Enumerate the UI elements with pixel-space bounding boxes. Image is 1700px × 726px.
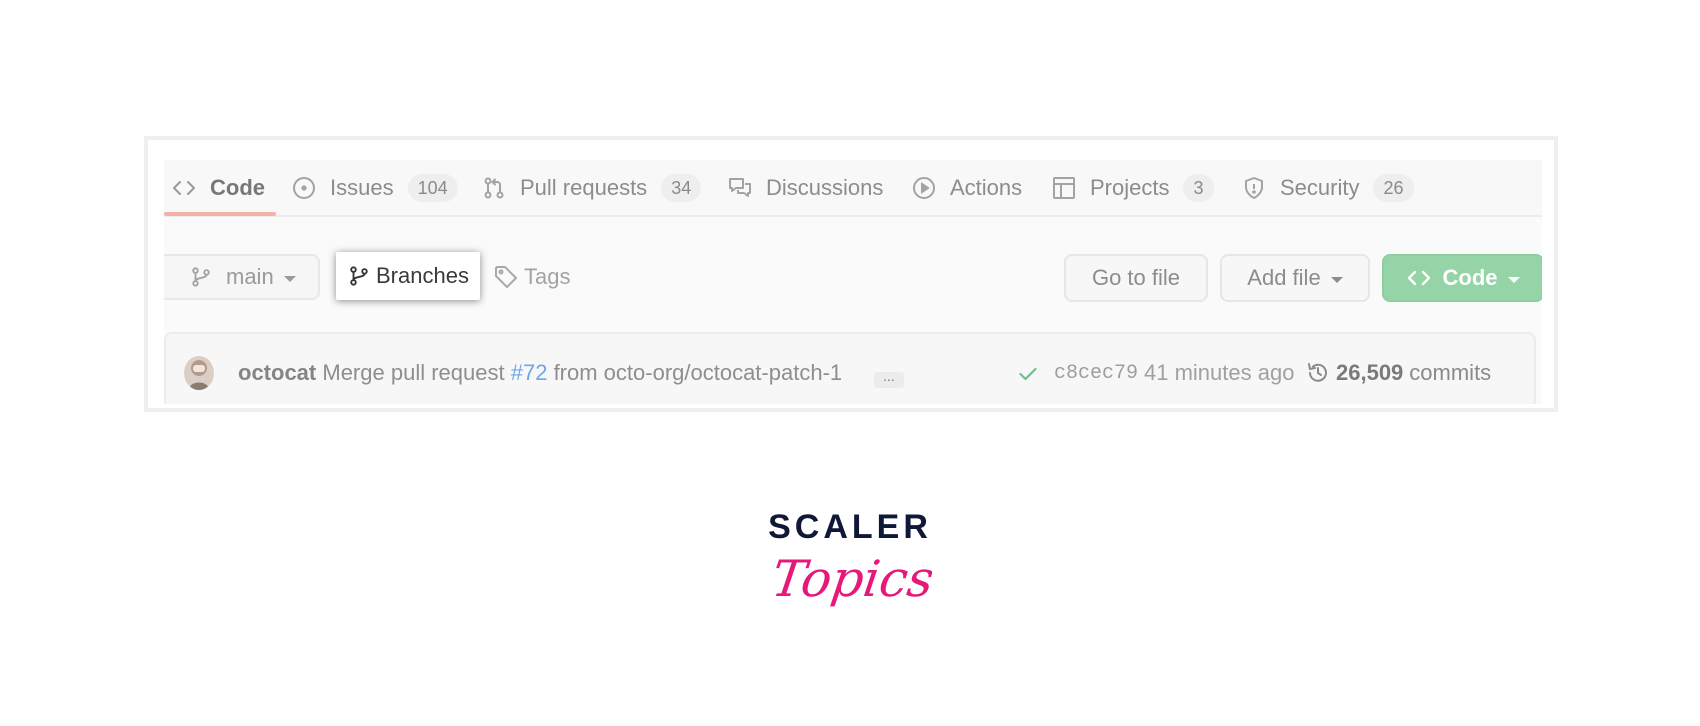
add-file-label: Add file	[1247, 265, 1321, 290]
git-branch-icon	[350, 266, 368, 286]
commit-author-link[interactable]: octocat	[238, 360, 316, 385]
pull-request-icon	[484, 177, 504, 198]
selected-tab-indicator	[164, 212, 276, 216]
commits-history-link[interactable]: 26,509 commits	[1306, 360, 1491, 386]
commit-sha-link[interactable]: c8cec79	[1054, 362, 1138, 385]
history-icon	[1308, 363, 1327, 382]
code-dropdown-button[interactable]: Code	[1382, 254, 1542, 302]
add-file-button[interactable]: Add file	[1220, 254, 1370, 302]
tab-issues[interactable]: Issues 104	[292, 160, 458, 215]
repo-header-screenshot: Code Issues 104 Pull requests 34 Discuss…	[144, 136, 1558, 412]
chevron-down-icon	[1330, 277, 1343, 283]
tab-projects[interactable]: Projects 3	[1052, 160, 1214, 215]
tab-label: Discussions	[766, 174, 884, 200]
git-branch-icon	[192, 267, 210, 287]
repo-tabs: Code Issues 104 Pull requests 34 Discuss…	[164, 160, 1542, 217]
tab-discussions[interactable]: Discussions	[728, 160, 883, 215]
commit-count: 26,509	[1336, 360, 1404, 385]
projects-count-badge: 3	[1183, 173, 1214, 202]
pull-request-link[interactable]: #72	[511, 360, 548, 385]
issue-icon	[293, 176, 315, 199]
table-icon	[1053, 176, 1075, 199]
tab-label: Projects	[1090, 174, 1170, 200]
tab-code[interactable]: Code	[172, 160, 265, 215]
latest-commit-bar: octocat Merge pull request #72 from octo…	[164, 332, 1536, 404]
chevron-down-icon	[283, 276, 296, 282]
branch-select-button[interactable]: main	[164, 254, 320, 300]
shield-icon	[1245, 176, 1263, 199]
chevron-down-icon	[1507, 277, 1520, 283]
current-branch-label: main	[226, 264, 274, 289]
avatar[interactable]	[184, 356, 214, 390]
commit-message-suffix[interactable]: from octo-org/octocat-patch-1	[554, 360, 843, 385]
tags-link[interactable]: Tags	[494, 254, 570, 300]
issues-count-badge: 104	[407, 173, 458, 202]
expand-commit-button[interactable]: ...	[874, 369, 904, 388]
branches-label: Branches	[376, 263, 469, 288]
security-count-badge: 26	[1373, 173, 1414, 202]
go-to-file-button[interactable]: Go to file	[1064, 254, 1208, 302]
commit-message: octocat Merge pull request #72 from octo…	[238, 360, 842, 386]
go-to-file-label: Go to file	[1091, 265, 1181, 290]
commit-age: 41 minutes ago	[1144, 360, 1295, 385]
tab-label: Actions	[950, 174, 1023, 200]
tab-label: Code	[210, 174, 265, 200]
check-icon[interactable]	[1018, 364, 1038, 384]
commit-message-prefix[interactable]: Merge pull request	[322, 360, 504, 385]
tags-label: Tags	[524, 264, 571, 289]
code-icon	[173, 180, 195, 195]
code-icon	[1407, 270, 1430, 286]
code-button-label: Code	[1442, 265, 1498, 290]
repo-header: Code Issues 104 Pull requests 34 Discuss…	[164, 160, 1542, 404]
tab-actions[interactable]: Actions	[912, 160, 1022, 215]
tab-label: Security	[1280, 174, 1360, 200]
tab-label: Issues	[330, 174, 394, 200]
topics-logo-text: Topics	[772, 549, 932, 608]
branches-link[interactable]: Branches	[336, 252, 480, 300]
tab-label: Pull requests	[520, 174, 648, 200]
tab-pull-requests[interactable]: Pull requests 34	[482, 160, 702, 215]
topics-logo: Topics	[772, 549, 932, 608]
commits-label: commits	[1409, 360, 1492, 385]
pull-requests-count-badge: 34	[661, 173, 702, 202]
discussions-icon	[729, 177, 751, 197]
play-icon	[913, 176, 935, 199]
tag-icon	[495, 266, 517, 288]
tab-security[interactable]: Security 26	[1242, 160, 1414, 215]
